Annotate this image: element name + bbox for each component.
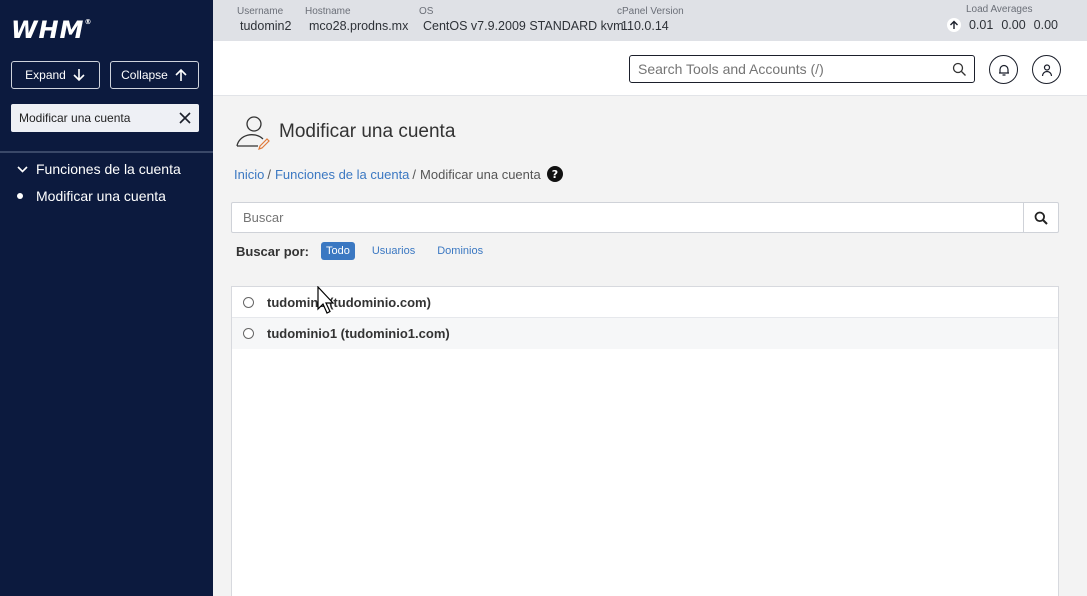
sidebar-divider	[0, 151, 213, 153]
load-5min: 0.00	[1001, 18, 1026, 32]
os-value: CentOS v7.9.2009 STANDARD kvm	[423, 19, 624, 33]
account-label: tudominio1 (tudominio1.com)	[267, 326, 450, 341]
username-label: Username	[237, 6, 284, 17]
breadcrumb-home[interactable]: Inicio	[234, 167, 264, 182]
account-list: tudomin2 (tudominio.com) tudominio1 (tud…	[231, 286, 1059, 596]
modify-account-icon	[236, 116, 270, 150]
user-menu-button[interactable]	[1032, 55, 1061, 84]
sidebar-filter	[11, 104, 199, 132]
breadcrumb-current: Modificar una cuenta	[420, 166, 541, 182]
global-search	[629, 55, 975, 83]
user-icon	[1041, 63, 1052, 76]
sidebar-item-modify-account[interactable]: Modificar una cuenta	[17, 188, 166, 204]
cpanel-version-info: cPanel Version 110.0.14	[617, 6, 684, 33]
account-radio[interactable]	[243, 328, 254, 339]
cpanel-version-label: cPanel Version	[617, 6, 684, 17]
global-search-input[interactable]	[638, 61, 938, 77]
load-1min: 0.01	[968, 18, 994, 32]
svg-text:?: ?	[552, 168, 558, 181]
cpanel-version-value: 110.0.14	[621, 19, 669, 33]
expand-label: Expand	[25, 68, 66, 82]
filter-domains[interactable]: Dominios	[432, 242, 488, 260]
help-icon[interactable]: ?	[546, 166, 563, 182]
account-radio[interactable]	[243, 296, 254, 308]
whm-logo[interactable]: WHM®	[11, 16, 92, 44]
server-info-bar: Username tudomin2 Hostname mco28.prodns.…	[213, 0, 1087, 41]
arrow-down-icon	[73, 69, 85, 82]
sidebar-filter-input[interactable]	[19, 111, 169, 125]
account-search-input[interactable]	[232, 203, 1023, 232]
search-by-label: Buscar por:	[236, 243, 309, 259]
sidebar-item-label: Modificar una cuenta	[36, 188, 166, 204]
account-search-button[interactable]	[1023, 203, 1058, 232]
username-value: tudomin2	[240, 19, 292, 33]
load-15min: 0.00	[1033, 18, 1058, 32]
search-icon[interactable]	[952, 62, 967, 77]
os-label: OS	[419, 6, 434, 17]
chevron-down-icon	[17, 165, 28, 173]
notifications-button[interactable]	[989, 55, 1018, 84]
hostname-label: Hostname	[305, 6, 351, 17]
sidebar-category-account-functions[interactable]: Funciones de la cuenta	[16, 161, 181, 177]
filter-all[interactable]: Todo	[320, 242, 355, 260]
search-by-filter: Buscar por: Todo Usuarios Dominios	[236, 242, 500, 260]
username-info: Username tudomin2	[237, 6, 291, 33]
list-item[interactable]: tudominio1 (tudominio1.com)	[232, 318, 1058, 349]
sidebar-category-label: Funciones de la cuenta	[36, 161, 181, 177]
sidebar: WHM® Expand Collapse Funciones de la cue…	[0, 0, 213, 596]
list-item[interactable]: tudomin2 (tudominio.com)	[232, 287, 1058, 318]
breadcrumb: Inicio / Funciones de la cuenta / Modifi…	[234, 166, 563, 182]
breadcrumb-category[interactable]: Funciones de la cuenta	[275, 167, 409, 182]
account-label: tudomin2 (tudominio.com)	[267, 294, 431, 310]
arrow-up-icon	[946, 18, 961, 32]
arrow-up-icon	[175, 68, 187, 81]
bell-icon	[998, 64, 1009, 76]
os-info: OS CentOS v7.9.2009 STANDARD kvm	[419, 6, 624, 33]
bullet-icon	[17, 193, 23, 199]
breadcrumb-separator: /	[267, 166, 271, 182]
collapse-label: Collapse	[121, 68, 168, 82]
load-averages-label: Load Averages	[965, 4, 1033, 15]
hostname-info: Hostname mco28.prodns.mx	[305, 6, 408, 33]
breadcrumb-separator: /	[412, 166, 417, 182]
top-header	[213, 41, 1087, 96]
page-title: Modificar una cuenta	[279, 121, 456, 142]
hostname-value: mco28.prodns.mx	[309, 19, 409, 33]
collapse-button[interactable]: Collapse	[110, 61, 199, 89]
filter-users[interactable]: Usuarios	[367, 242, 420, 260]
clear-icon[interactable]	[177, 110, 193, 126]
load-averages: Load Averages 0.01 0.00 0.00	[946, 4, 1058, 32]
search-icon	[1034, 211, 1048, 225]
expand-button[interactable]: Expand	[11, 61, 100, 89]
account-search	[231, 202, 1059, 233]
